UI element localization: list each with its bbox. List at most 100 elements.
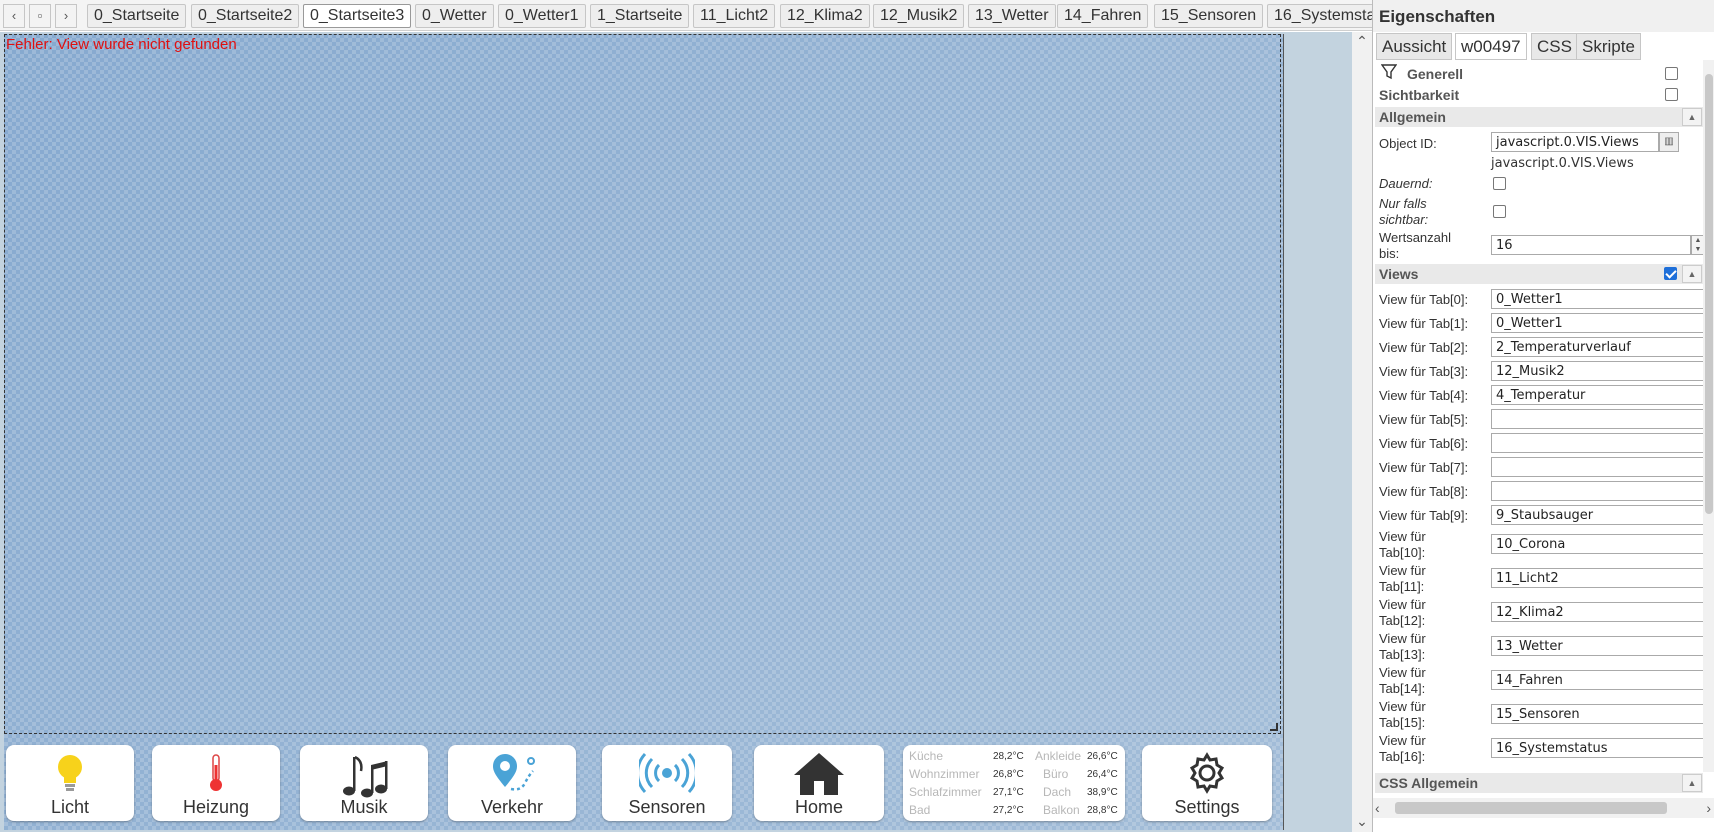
tab-0-startseite3[interactable]: 0_Startseite3 [303,4,412,28]
view-tab-input[interactable]: 2_Temperaturverlauf [1491,337,1711,357]
view-tab-label: View für Tab[0]: [1379,292,1469,307]
view-tab-input[interactable]: 16_Systemstatus [1491,738,1711,758]
nav-home-button[interactable]: Home [754,745,884,821]
scroll-down-icon[interactable]: ⌄ [1352,812,1372,830]
resize-handle[interactable] [1270,723,1278,731]
group-sichtbarkeit[interactable]: Sichtbarkeit [1379,87,1459,103]
room-name: Wohnzimmer [909,767,980,781]
view-tab-input[interactable]: 10_Corona [1491,534,1711,554]
tabs-prev-button[interactable]: ‹ [3,4,25,28]
object-id-input[interactable]: javascript.0.VIS.Views [1491,132,1659,152]
view-tab-input[interactable]: 12_Klima2 [1491,602,1711,622]
view-tab-input[interactable]: 0_Wetter1 [1491,313,1711,333]
view-tab-label: View für [1379,631,1426,646]
views-checkbox[interactable] [1664,267,1677,280]
room-temp: 26,8°C [993,769,1024,780]
tab-0-wetter[interactable]: 0_Wetter [415,4,494,28]
view-tab-label-2: Tab[15]: [1379,715,1426,730]
view-tab-input[interactable] [1491,409,1711,429]
nav-settings-button[interactable]: Settings [1142,745,1272,821]
tab-13-wetter[interactable]: 13_Wetter [968,4,1056,28]
tab-aussicht[interactable]: Aussicht [1376,33,1453,60]
view-tab-input[interactable]: 13_Wetter [1491,636,1711,656]
filter-icon[interactable] [1381,64,1397,80]
dauernd-checkbox[interactable] [1493,177,1506,190]
group-allgemein[interactable]: Allgemein [1375,107,1703,127]
view-tab-input[interactable] [1491,481,1711,501]
view-tab-input[interactable]: 15_Sensoren [1491,704,1711,724]
tab-0-startseite[interactable]: 0_Startseite [87,4,187,28]
view-tab-input[interactable]: 0_Wetter1 [1491,289,1711,309]
view-tab-label: View für Tab[9]: [1379,508,1469,523]
gear-icon [1189,752,1225,794]
nav-sensoren-button[interactable]: Sensoren [602,745,732,821]
scroll-right-icon[interactable]: › [1706,800,1711,816]
view-tab-label: View für [1379,665,1426,680]
tab-15-sensoren[interactable]: 15_Sensoren [1154,4,1264,28]
scroll-left-icon[interactable]: ‹ [1375,800,1380,816]
nav-verkehr-label: Verkehr [480,797,544,817]
nav-musik-button[interactable]: Musik [300,745,428,821]
generell-checkbox[interactable] [1665,67,1678,80]
sichtbarkeit-checkbox[interactable] [1665,88,1678,101]
panel-vertical-scrollbar[interactable] [1703,60,1714,772]
panel-scroll-thumb[interactable] [1705,74,1713,514]
properties-panel: Eigenschaften Aussicht w00497 CSS Skript… [1372,0,1714,832]
group-views[interactable]: Views [1375,264,1703,284]
wertsanzahl-input[interactable]: 16 [1491,235,1691,255]
home-icon [794,753,844,795]
room-temp: 38,9°C [1087,787,1118,798]
tab-widget[interactable]: w00497 [1455,33,1527,60]
selected-widget[interactable] [4,34,1281,734]
view-tab-input[interactable]: 14_Fahren [1491,670,1711,690]
view-tab-bar: ‹ ▫ › 0_Startseite 0_Startseite2 0_Start… [0,0,1372,31]
tab-skripte[interactable]: Skripte [1576,33,1641,60]
view-tab-input[interactable] [1491,457,1711,477]
nur-falls-sichtbar-checkbox[interactable] [1493,205,1506,218]
tab-0-wetter1[interactable]: 0_Wetter1 [498,4,586,28]
view-tab-input[interactable]: 11_Licht2 [1491,568,1711,588]
tab-0-startseite2[interactable]: 0_Startseite2 [191,4,300,28]
collapse-css-allgemein-icon[interactable]: ▲ [1682,774,1702,792]
object-id-browse-button[interactable]: ▥ [1659,132,1679,152]
tab-1-startseite[interactable]: 1_Startseite [590,4,690,28]
object-id-resolved: javascript.0.VIS.Views [1491,156,1634,171]
tabs-menu-button[interactable]: ▫ [29,4,51,28]
view-tab-label: View für Tab[3]: [1379,364,1469,379]
view-tab-input[interactable]: 9_Staubsauger [1491,505,1711,525]
hscroll-thumb[interactable] [1395,802,1667,814]
view-tab-label: View für [1379,733,1426,748]
room-temp: 28,2°C [993,751,1024,762]
collapse-allgemein-icon[interactable]: ▲ [1682,108,1702,126]
view-tab-input[interactable] [1491,433,1711,453]
group-generell[interactable]: Generell [1407,66,1463,82]
wertsanzahl-label: Wertsanzahl [1379,230,1452,245]
scroll-up-icon[interactable]: ⌃ [1352,32,1372,50]
panel-horizontal-scrollbar[interactable]: ‹ › [1373,798,1714,818]
tab-css[interactable]: CSS [1531,33,1578,60]
view-tab-input[interactable]: 4_Temperatur [1491,385,1711,405]
tabs-next-button[interactable]: › [55,4,77,28]
nav-home-label: Home [794,797,843,817]
tab-16-systemstatus[interactable]: 16_Systemsta [1267,4,1372,28]
view-tab-label-2: Tab[10]: [1379,545,1426,560]
tab-12-musik2[interactable]: 12_Musik2 [873,4,965,28]
nav-licht-button[interactable]: Licht [6,745,134,821]
nav-heizung-button[interactable]: Heizung [152,745,280,821]
error-message: Fehler: View wurde nicht gefunden [6,36,237,53]
view-tab-label-2: Tab[16]: [1379,749,1426,764]
nav-verkehr-button[interactable]: Verkehr [448,745,576,821]
temperature-overview: Küche 28,2°C Ankleide 26,6°C Wohnzimmer … [903,745,1125,821]
nav-settings-label: Settings [1174,797,1240,817]
tab-12-klima2[interactable]: 12_Klima2 [780,4,870,28]
view-tab-input[interactable]: 12_Musik2 [1491,361,1711,381]
collapse-views-icon[interactable]: ▲ [1682,265,1702,283]
canvas-scrollbar[interactable]: ⌃ ⌄ [1352,32,1372,832]
tab-14-fahren[interactable]: 14_Fahren [1057,4,1149,28]
room-temp: 27,2°C [993,805,1024,816]
nur-falls-label: Nur falls [1379,196,1427,211]
dauernd-label: Dauernd: [1379,176,1433,191]
room-temp: 26,6°C [1087,751,1118,762]
group-css-allgemein[interactable]: CSS Allgemein [1375,773,1703,793]
tab-11-licht2[interactable]: 11_Licht2 [693,4,776,28]
